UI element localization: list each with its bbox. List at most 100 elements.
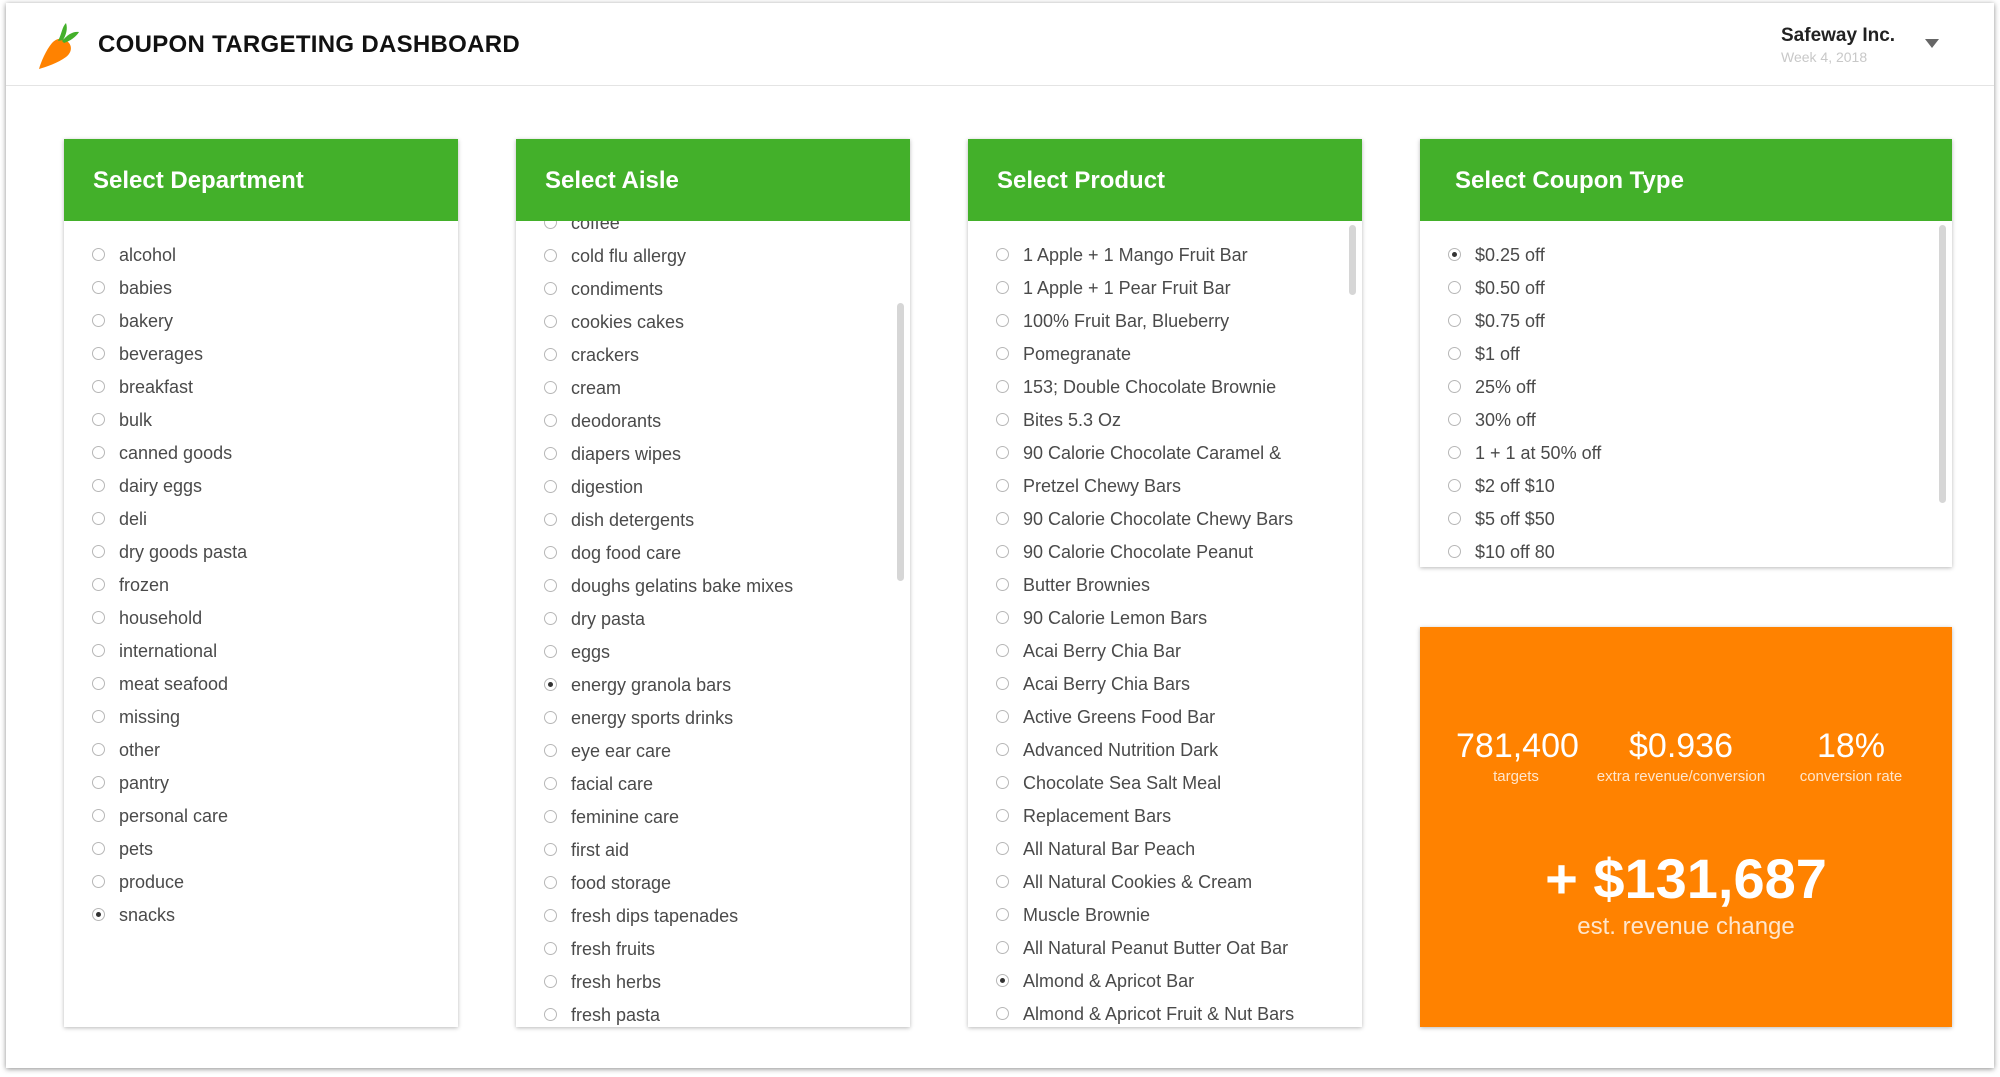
radio-button-icon[interactable] (92, 677, 105, 691)
radio-button-icon[interactable] (1448, 479, 1461, 493)
radio-button-icon[interactable] (92, 743, 105, 757)
coupon-option[interactable]: 25% off (1448, 371, 1536, 404)
coupon-option[interactable]: $0.50 off (1448, 272, 1545, 305)
radio-button-icon[interactable] (544, 678, 557, 692)
radio-button-icon[interactable] (544, 645, 557, 659)
radio-button-icon[interactable] (996, 248, 1009, 262)
aisle-option[interactable]: feminine care (544, 801, 679, 834)
department-option[interactable]: frozen (92, 569, 169, 602)
department-list[interactable]: snacks produce pets personal care pantry othe… (64, 221, 458, 1027)
radio-button-icon[interactable] (996, 842, 1009, 856)
product-scrollbar[interactable] (1349, 225, 1356, 295)
aisle-option[interactable]: dog food care (544, 537, 681, 570)
radio-button-icon[interactable] (544, 612, 557, 626)
aisle-option[interactable]: fresh pasta (544, 999, 660, 1027)
aisle-option[interactable]: cold flu allergy (544, 240, 686, 273)
radio-button-icon[interactable] (996, 875, 1009, 889)
radio-button-icon[interactable] (996, 974, 1009, 988)
radio-button-icon[interactable] (996, 545, 1009, 559)
radio-button-icon[interactable] (1448, 380, 1461, 394)
department-option[interactable]: bulk (92, 404, 152, 437)
radio-button-icon[interactable] (996, 710, 1009, 724)
product-option[interactable]: All Natural Cookies & Cream (996, 866, 1252, 899)
radio-button-icon[interactable] (1448, 512, 1461, 526)
product-list[interactable]: Almond & Apricot Fruit & Nut Bars Almond … (968, 221, 1362, 1027)
radio-button-icon[interactable] (544, 975, 557, 989)
department-option[interactable]: personal care (92, 800, 228, 833)
radio-button-icon[interactable] (996, 644, 1009, 658)
radio-button-icon[interactable] (1448, 545, 1461, 559)
product-option[interactable]: Butter Brownies (996, 569, 1150, 602)
aisle-option[interactable]: first aid (544, 834, 629, 867)
product-option[interactable]: 1 Apple + 1 Mango Fruit Bar (996, 239, 1248, 272)
aisle-option[interactable]: food storage (544, 867, 671, 900)
aisle-option[interactable]: dish detergents (544, 504, 694, 537)
aisle-option[interactable]: cream (544, 372, 621, 405)
product-option[interactable]: All Natural Peanut Butter Oat Bar (996, 932, 1288, 965)
radio-button-icon[interactable] (996, 314, 1009, 328)
coupon-option[interactable]: $10 off 80 (1448, 536, 1555, 567)
radio-button-icon[interactable] (1448, 413, 1461, 427)
radio-button-icon[interactable] (996, 413, 1009, 427)
radio-button-icon[interactable] (92, 644, 105, 658)
radio-button-icon[interactable] (544, 480, 557, 494)
radio-button-icon[interactable] (996, 809, 1009, 823)
radio-button-icon[interactable] (92, 908, 105, 922)
product-option[interactable]: 90 Calorie Chocolate Chewy Bars (996, 503, 1293, 536)
radio-button-icon[interactable] (996, 512, 1009, 526)
radio-button-icon[interactable] (544, 381, 557, 395)
department-option[interactable]: canned goods (92, 437, 232, 470)
department-option[interactable]: produce (92, 866, 184, 899)
radio-button-icon[interactable] (92, 578, 105, 592)
aisle-list[interactable]: fresh pasta fresh herbs fresh fruits fresh … (516, 221, 910, 1027)
radio-button-icon[interactable] (544, 876, 557, 890)
radio-button-icon[interactable] (1448, 347, 1461, 361)
department-option[interactable]: beverages (92, 338, 203, 371)
product-option[interactable]: 90 Calorie Chocolate Peanut (996, 536, 1253, 569)
radio-button-icon[interactable] (996, 380, 1009, 394)
aisle-option[interactable]: eggs (544, 636, 610, 669)
product-option[interactable]: Pretzel Chewy Bars (996, 470, 1181, 503)
aisle-option[interactable]: doughs gelatins bake mixes (544, 570, 793, 603)
radio-button-icon[interactable] (1448, 281, 1461, 295)
product-option[interactable]: Advanced Nutrition Dark (996, 734, 1218, 767)
product-option[interactable]: Muscle Brownie (996, 899, 1150, 932)
radio-button-icon[interactable] (92, 413, 105, 427)
radio-button-icon[interactable] (544, 744, 557, 758)
radio-button-icon[interactable] (92, 875, 105, 889)
radio-button-icon[interactable] (544, 447, 557, 461)
radio-button-icon[interactable] (92, 446, 105, 460)
radio-button-icon[interactable] (1448, 314, 1461, 328)
radio-button-icon[interactable] (544, 546, 557, 560)
product-option[interactable]: 153; Double Chocolate Brownie (996, 371, 1276, 404)
coupon-scrollbar[interactable] (1939, 225, 1946, 503)
aisle-scrollbar[interactable] (897, 303, 904, 581)
coupon-option[interactable]: 1 + 1 at 50% off (1448, 437, 1601, 470)
product-option[interactable]: 100% Fruit Bar, Blueberry (996, 305, 1229, 338)
department-option[interactable]: breakfast (92, 371, 193, 404)
aisle-option[interactable]: dry pasta (544, 603, 645, 636)
aisle-option[interactable]: energy sports drinks (544, 702, 733, 735)
aisle-option[interactable]: cookies cakes (544, 306, 684, 339)
department-option[interactable]: alcohol (92, 239, 176, 272)
radio-button-icon[interactable] (92, 248, 105, 262)
radio-button-icon[interactable] (996, 941, 1009, 955)
aisle-option[interactable]: diapers wipes (544, 438, 681, 471)
product-option[interactable]: Almond & Apricot Bar (996, 965, 1194, 998)
chevron-down-icon[interactable] (1925, 39, 1939, 48)
radio-button-icon[interactable] (996, 446, 1009, 460)
product-option[interactable]: All Natural Bar Peach (996, 833, 1195, 866)
aisle-option[interactable]: energy granola bars (544, 669, 731, 702)
radio-button-icon[interactable] (544, 414, 557, 428)
department-option[interactable]: missing (92, 701, 180, 734)
aisle-option[interactable]: fresh dips tapenades (544, 900, 738, 933)
radio-button-icon[interactable] (544, 513, 557, 527)
department-option[interactable]: household (92, 602, 202, 635)
department-option[interactable]: pantry (92, 767, 169, 800)
coupon-option[interactable]: $0.25 off (1448, 239, 1545, 272)
radio-button-icon[interactable] (92, 281, 105, 295)
radio-button-icon[interactable] (996, 611, 1009, 625)
product-option[interactable]: Acai Berry Chia Bars (996, 668, 1190, 701)
product-option[interactable]: Acai Berry Chia Bar (996, 635, 1181, 668)
radio-button-icon[interactable] (92, 545, 105, 559)
